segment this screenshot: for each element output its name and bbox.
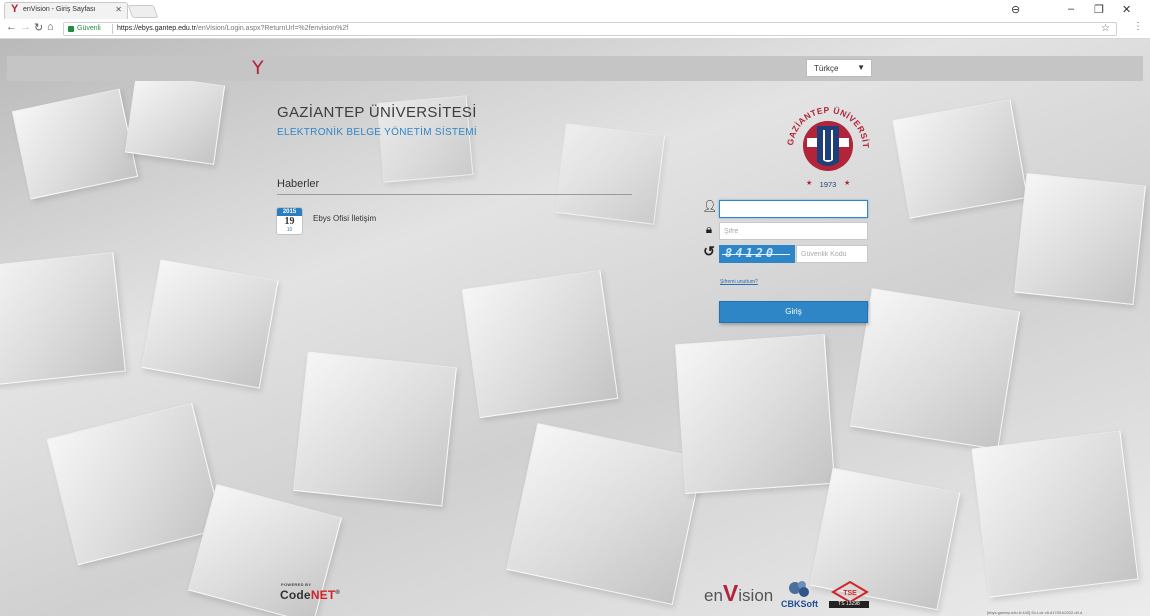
news-heading: Haberler — [277, 178, 320, 190]
close-window-icon[interactable]: ✕ — [1122, 3, 1131, 16]
codenet-text-b: NET — [310, 588, 336, 602]
back-icon[interactable]: ← — [6, 21, 17, 33]
envision-favicon-icon: Y — [11, 3, 19, 15]
forgot-password-link[interactable]: Şifremi unuttum? — [720, 279, 758, 285]
bg-cube — [124, 73, 226, 165]
news-day: 19 — [284, 216, 295, 227]
envision-text-v: V — [722, 580, 739, 606]
dropdown-arrow-icon: ▼ — [857, 63, 865, 72]
browser-menu-icon[interactable]: ⋮ — [1133, 21, 1143, 32]
login-button[interactable]: Giriş — [719, 301, 868, 323]
bg-cube — [293, 351, 457, 507]
maximize-icon[interactable]: ❐ — [1094, 3, 1104, 16]
browser-toolbar: ← → ↻ ⌂ Güvenli https://ebys.gantep.edu.… — [0, 19, 1150, 39]
login-page: Y Türkçe ▼ GAZİANTEP ÜNİVERSİTESİ ELEKTR… — [0, 39, 1150, 616]
news-title[interactable]: Ebys Ofisi İletişim — [313, 214, 376, 223]
top-bar: Y Türkçe ▼ — [7, 56, 1143, 81]
bg-cube — [1014, 173, 1146, 305]
profile-icon[interactable]: ⊖ — [1011, 3, 1020, 16]
university-title: GAZİANTEP ÜNİVERSİTESİ — [277, 104, 477, 121]
captcha-text: 84120 — [725, 246, 777, 260]
envision-text-b: ision — [738, 586, 774, 605]
powered-by-label: POWERED BY — [281, 582, 312, 587]
bg-cube — [46, 402, 224, 566]
forward-icon[interactable]: → — [20, 21, 31, 33]
url-host: https://ebys.gantep.edu.tr — [117, 25, 196, 32]
bg-cube — [892, 99, 1028, 219]
lock-field-icon: 🔒︎ — [705, 222, 713, 236]
logo-star-icon: ★ — [806, 179, 812, 187]
bookmark-star-icon[interactable]: ☆ — [1101, 23, 1110, 34]
svg-text:TSE: TSE — [843, 590, 857, 597]
system-subtitle: ELEKTRONİK BELGE YÖNETİM SİSTEMİ — [277, 127, 478, 138]
tab-title: enVision - Giriş Sayfası — [23, 6, 96, 13]
news-month: 10 — [286, 227, 293, 233]
bg-cube — [11, 88, 139, 200]
reload-icon[interactable]: ↻ — [34, 21, 43, 34]
logo-year: 1973 — [820, 180, 837, 189]
url-path: /enVision/Login.aspx?ReturnUrl=%2fenvisi… — [196, 25, 349, 32]
address-bar[interactable]: Güvenli https://ebys.gantep.edu.tr/enVis… — [63, 22, 1117, 36]
envision-mark-icon: Y — [252, 57, 264, 79]
minimize-icon[interactable]: – — [1068, 3, 1074, 15]
bg-cube — [461, 269, 619, 419]
bg-cube — [506, 422, 704, 606]
calendar-icon: 2015 19 10 — [276, 207, 303, 235]
refresh-captcha-icon[interactable]: ↺ — [702, 243, 716, 260]
user-icon: 👤︎ — [702, 199, 718, 213]
bg-cube — [0, 252, 126, 386]
password-input[interactable] — [719, 222, 868, 240]
envision-text-a: en — [704, 586, 723, 605]
language-select[interactable]: Türkçe ▼ — [806, 59, 872, 77]
tse-number: TS 13298 — [829, 601, 869, 608]
security-code-input[interactable] — [796, 245, 868, 263]
registered-mark: ® — [335, 590, 341, 596]
home-icon[interactable]: ⌂ — [47, 21, 54, 33]
university-logo: GAZİANTEP ÜNİVERSİTESİ 1973 ★ ★ — [777, 96, 871, 189]
tab-close-icon[interactable]: ✕ — [115, 5, 122, 14]
cbksoft-text: CBKSoft — [781, 599, 818, 609]
username-input[interactable] — [719, 200, 868, 218]
secure-label: Güvenli — [77, 25, 101, 32]
codenet-logo: CodeNET® — [280, 588, 340, 602]
captcha-noise-line — [722, 254, 790, 255]
envision-logo: enVision — [704, 580, 773, 607]
news-divider — [277, 194, 632, 195]
logo-star-icon: ★ — [844, 179, 850, 187]
bg-cube — [849, 288, 1021, 450]
bg-cube — [554, 123, 666, 225]
captcha-image: 84120 — [719, 245, 795, 263]
bg-cube — [674, 333, 836, 495]
url-separator — [112, 24, 113, 34]
lock-icon — [68, 26, 74, 32]
browser-tab[interactable]: Y enVision - Giriş Sayfası ✕ — [4, 2, 128, 19]
codenet-text-a: Code — [280, 588, 311, 602]
new-tab-button[interactable] — [127, 5, 159, 18]
url-text[interactable]: https://ebys.gantep.edu.tr/enVision/Logi… — [117, 25, 348, 32]
browser-tabstrip: Y enVision - Giriş Sayfası ✕ ⊖ – ❐ ✕ — [0, 0, 1150, 19]
news-year: 2015 — [277, 208, 302, 216]
bg-cube — [141, 259, 279, 389]
version-info: [ebys.gantep.edu.tr:443] Sv-Lck v8.d1709… — [987, 610, 1083, 615]
news-item[interactable]: 2015 19 10 Ebys Ofisi İletişim — [276, 207, 476, 237]
bg-cube — [971, 430, 1139, 598]
language-value: Türkçe — [814, 64, 839, 73]
